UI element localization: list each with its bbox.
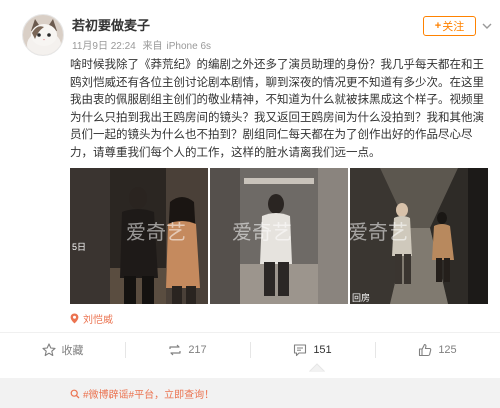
post-date[interactable]: 11月9日 22:24 <box>72 41 136 52</box>
photo-1[interactable]: 爱奇艺 5日 <box>70 168 208 304</box>
star-icon <box>41 342 56 356</box>
photo-2[interactable]: 爱奇艺 <box>210 168 348 304</box>
post-text: 啥时候我除了《莽荒纪》的编剧之外还多了演员助理的身份？我几乎每天都在和王鸥刘恺威… <box>70 59 484 159</box>
notice-text: 平台，立即查询！ <box>134 390 215 401</box>
comment-button[interactable]: 151 <box>250 333 375 366</box>
like-button[interactable]: 125 <box>375 333 500 366</box>
location-label: 刘恺威 <box>83 315 113 326</box>
avatar[interactable] <box>22 14 64 56</box>
photo-3[interactable]: 爱奇艺 回房 <box>350 168 488 304</box>
iqiyi-watermark-3: 爱奇艺 <box>350 222 408 244</box>
weibo-post-card: 若初要做麦子 11月9日 22:24 来自 iPhone 6s + 关注 啥时候我除… <box>0 0 500 378</box>
iqiyi-watermark-1: 爱奇艺 <box>126 222 186 244</box>
username[interactable]: 若初要做麦子 <box>72 15 150 34</box>
thumbs-up-icon <box>419 343 432 356</box>
notice-hashtag[interactable]: #微博辟谣# <box>83 390 134 401</box>
post-meta: 11月9日 22:24 来自 iPhone 6s <box>72 37 215 52</box>
favorite-button[interactable]: 收藏 <box>0 333 125 366</box>
follow-label: 关注 <box>442 21 465 33</box>
cat-avatar-image <box>23 15 63 55</box>
comment-icon <box>294 343 307 356</box>
repost-button[interactable]: 217 <box>125 333 250 366</box>
location-tag[interactable]: 刘恺威 <box>70 311 113 326</box>
photo-caption-1: 5日 <box>72 242 87 252</box>
photo-caption-3: 回房 <box>352 293 371 303</box>
rumor-check-notice[interactable]: #微博辟谣#平台，立即查询！ <box>70 386 214 401</box>
follow-button[interactable]: + 关注 <box>423 16 476 36</box>
chevron-down-icon[interactable] <box>481 20 493 32</box>
action-bar: 收藏 217 151 125 <box>0 332 500 366</box>
post-source[interactable]: iPhone 6s <box>167 41 211 52</box>
repost-icon <box>169 344 181 355</box>
plus-icon: + <box>434 20 442 32</box>
repost-count: 217 <box>188 343 207 356</box>
source-prefix: 来自 <box>142 41 163 52</box>
search-icon <box>70 389 80 399</box>
favorite-label: 收藏 <box>61 344 84 357</box>
comment-caret <box>309 363 325 372</box>
like-count: 125 <box>438 343 457 356</box>
location-pin-icon <box>70 313 79 324</box>
iqiyi-watermark-2: 爱奇艺 <box>232 222 292 244</box>
photo-grid: 爱奇艺 5日 爱奇艺 爱奇艺 回房 <box>70 168 488 304</box>
comment-count: 151 <box>313 343 332 356</box>
